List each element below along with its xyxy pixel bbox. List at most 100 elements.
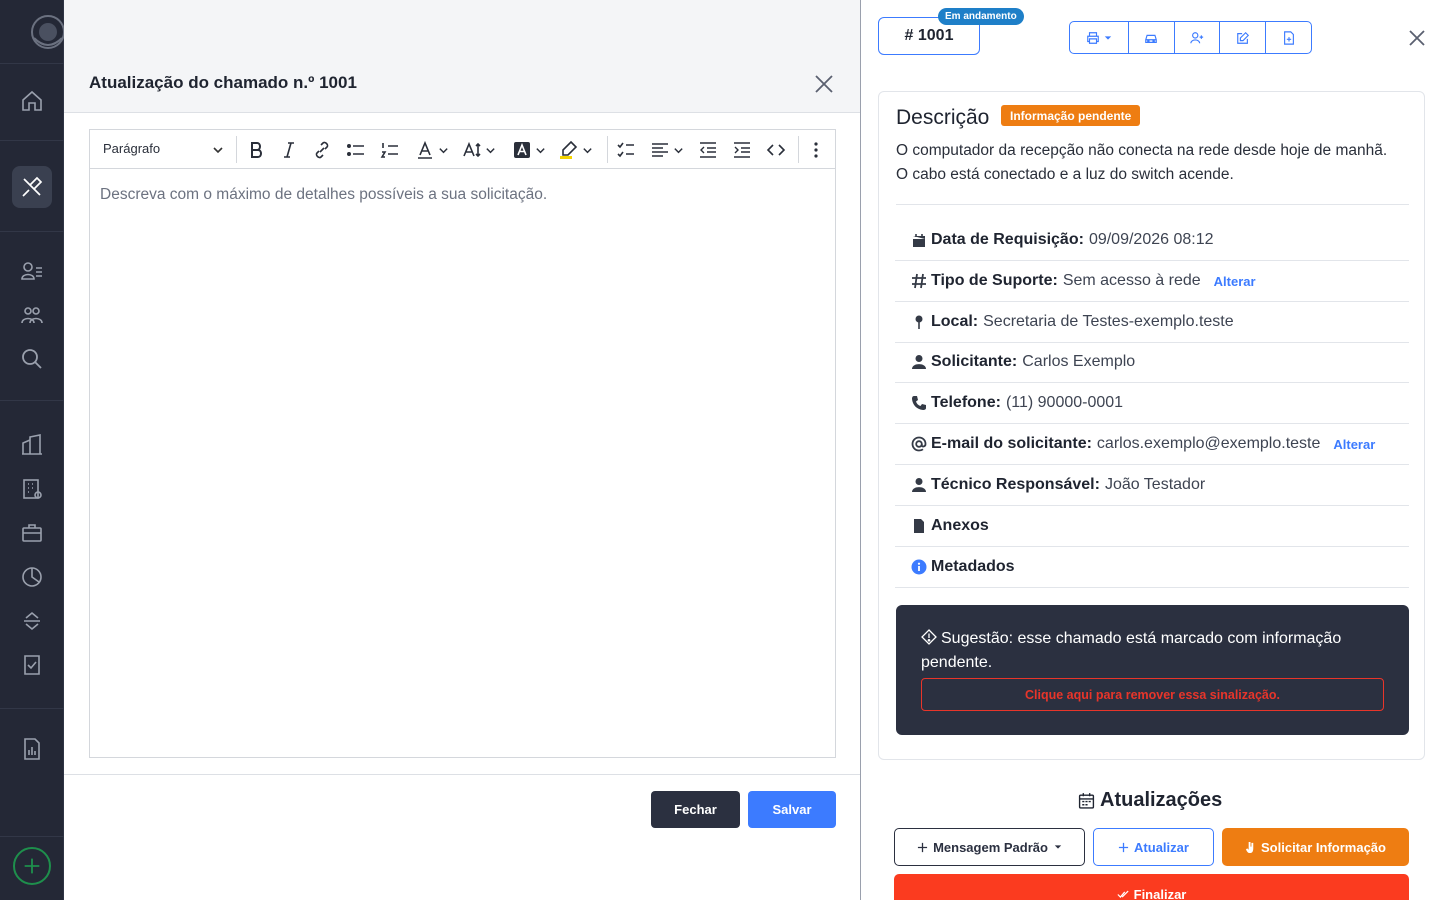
- file-icon: [914, 519, 924, 533]
- description-line: O cabo está conectado e a luz do switch …: [896, 166, 1234, 183]
- sort-icon[interactable]: [20, 609, 44, 633]
- font-color-icon[interactable]: [415, 139, 449, 161]
- close-icon[interactable]: [1407, 28, 1427, 48]
- pin-icon: [915, 315, 923, 329]
- briefcase-icon[interactable]: [20, 521, 44, 545]
- more-options-icon[interactable]: [806, 139, 826, 161]
- tools-icon[interactable]: [20, 175, 44, 199]
- align-icon[interactable]: [650, 139, 684, 161]
- home-icon[interactable]: [20, 89, 44, 113]
- numbered-list-icon[interactable]: [380, 139, 400, 161]
- caret-down-icon: [1104, 35, 1112, 40]
- vehicle-button[interactable]: [1129, 22, 1175, 53]
- info-row-requester: Solicitante: Carlos Exemplo: [895, 342, 1409, 383]
- info-label: Técnico Responsável:: [931, 476, 1100, 493]
- plus-icon: [1118, 842, 1129, 852]
- printer-icon: [1087, 31, 1099, 44]
- description-text: O computador da recepção não conecta na …: [896, 139, 1411, 187]
- building-grid-icon[interactable]: [20, 477, 44, 501]
- pie-chart-icon[interactable]: [20, 565, 44, 589]
- suggestion-text: Sugestão: esse chamado está marcado com …: [921, 627, 1361, 675]
- highlight-icon[interactable]: [559, 139, 593, 161]
- default-message-button[interactable]: Mensagem Padrão: [894, 828, 1085, 866]
- source-code-icon[interactable]: [766, 139, 786, 161]
- phone-icon: [912, 396, 926, 410]
- save-button[interactable]: Salvar: [748, 791, 836, 828]
- description-line: O computador da recepção não conecta na …: [896, 142, 1388, 159]
- link-icon[interactable]: [312, 139, 332, 161]
- info-value: João Testador: [1104, 476, 1206, 493]
- change-email-link[interactable]: Alterar: [1333, 437, 1375, 452]
- pending-info-badge: Informação pendente: [1001, 105, 1141, 126]
- update-modal: Atualização do chamado n.º 1001 Parágraf…: [64, 0, 861, 900]
- user-icon: [912, 478, 926, 492]
- search-icon[interactable]: [20, 347, 44, 371]
- checklist-icon[interactable]: [20, 653, 44, 677]
- update-button[interactable]: Atualizar: [1093, 828, 1214, 866]
- action-button-group: [1069, 21, 1312, 54]
- sidebar-divider: [0, 400, 64, 401]
- suggestion-message: Sugestão: esse chamado está marcado com …: [921, 630, 1342, 671]
- updates-heading: Atualizações: [1078, 789, 1222, 812]
- calendar-icon: [913, 234, 925, 247]
- font-size-icon[interactable]: [462, 139, 496, 161]
- toolbar-separator: [798, 136, 799, 163]
- info-row-attachments[interactable]: Anexos: [895, 506, 1409, 547]
- users-icon[interactable]: [20, 303, 44, 327]
- finalize-button[interactable]: Finalizar: [894, 874, 1409, 900]
- info-row-location: Local: Secretaria de Testes-exemplo.test…: [895, 302, 1409, 343]
- report-icon[interactable]: [20, 737, 44, 761]
- bulleted-list-icon[interactable]: [346, 139, 366, 161]
- bold-icon[interactable]: [246, 139, 266, 161]
- user-plus-icon: [1190, 31, 1204, 43]
- calendar-icon: [1078, 793, 1095, 809]
- edit-button[interactable]: [1220, 22, 1267, 53]
- add-icon[interactable]: [13, 847, 51, 885]
- car-icon: [1145, 34, 1157, 43]
- update-label: Atualizar: [1134, 839, 1189, 855]
- updates-heading-text: Atualizações: [1100, 789, 1223, 811]
- modal-title: Atualização do chamado n.º 1001: [89, 73, 357, 92]
- info-value: Carlos Exemplo: [1022, 353, 1136, 370]
- modal-header: Atualização do chamado n.º 1001: [64, 0, 861, 113]
- suggestion-alert: Sugestão: esse chamado está marcado com …: [896, 605, 1409, 735]
- sidebar-divider: [0, 836, 64, 837]
- info-label: Telefone:: [931, 394, 1001, 411]
- finalize-label: Finalizar: [1133, 886, 1187, 900]
- info-row-request-date: Data de Requisição: 09/09/2026 08:12: [895, 220, 1409, 261]
- close-button[interactable]: Fechar: [651, 791, 740, 828]
- status-badge: Em andamento: [938, 8, 1024, 25]
- buildings-icon[interactable]: [20, 433, 44, 457]
- todo-list-icon[interactable]: [616, 139, 636, 161]
- default-message-label: Mensagem Padrão: [933, 839, 1048, 855]
- outdent-icon[interactable]: [698, 139, 718, 161]
- hand-raised-icon: [1245, 841, 1254, 853]
- sidebar: [0, 0, 65, 900]
- paragraph-select[interactable]: Parágrafo: [103, 141, 160, 156]
- info-value: carlos.exemplo@exemplo.teste: [1096, 435, 1321, 452]
- indent-icon[interactable]: [732, 139, 752, 161]
- info-row-phone: Telefone: (11) 90000-0001: [895, 383, 1409, 424]
- remove-flag-button[interactable]: Clique aqui para remover essa sinalizaçã…: [921, 678, 1384, 711]
- request-info-button[interactable]: Solicitar Informação: [1222, 828, 1409, 866]
- print-button[interactable]: [1070, 22, 1129, 53]
- rich-text-editor: Parágrafo Descreva com o máximo de detal…: [89, 129, 836, 758]
- at-icon: [911, 436, 927, 452]
- info-row-support-type: Tipo de Suporte: Sem acesso à rede Alter…: [895, 261, 1409, 302]
- editor-placeholder[interactable]: Descreva com o máximo de detalhes possív…: [100, 186, 547, 204]
- user-list-icon[interactable]: [20, 259, 44, 283]
- sidebar-divider: [0, 231, 64, 232]
- ticket-panel: # 1001 Em andamento Descrição Informação…: [860, 0, 1440, 900]
- chevron-down-icon[interactable]: [212, 144, 224, 156]
- change-support-type-link[interactable]: Alterar: [1214, 274, 1256, 289]
- info-value: 09/09/2026 08:12: [1088, 231, 1214, 248]
- info-label: Tipo de Suporte:: [931, 272, 1058, 289]
- italic-icon[interactable]: [279, 139, 299, 161]
- assign-user-button[interactable]: [1175, 22, 1221, 53]
- background-color-icon[interactable]: [512, 139, 546, 161]
- info-row-metadata[interactable]: Metadados: [895, 547, 1409, 588]
- close-icon[interactable]: [813, 73, 835, 95]
- sidebar-divider: [0, 708, 64, 709]
- document-button[interactable]: [1266, 22, 1311, 53]
- info-row-email: E-mail do solicitante: carlos.exemplo@ex…: [895, 424, 1409, 465]
